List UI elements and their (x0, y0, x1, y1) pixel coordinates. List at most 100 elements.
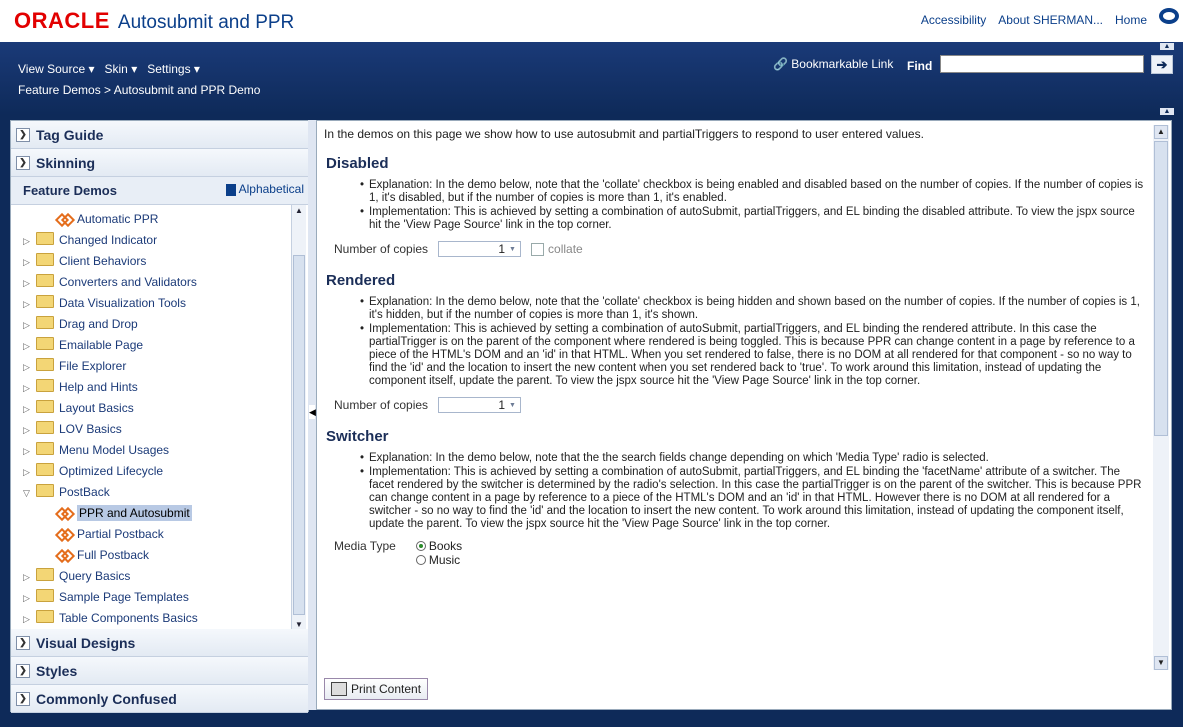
accordion-skinning[interactable]: ❯ Skinning (11, 149, 308, 177)
expand-icon[interactable]: ▷ (23, 294, 31, 314)
tree-item-label: File Explorer (59, 359, 127, 373)
expand-icon[interactable]: ▷ (23, 273, 31, 293)
collapse-header-icon[interactable]: ▲ (1160, 43, 1174, 50)
expand-icon[interactable]: ▷ (23, 588, 31, 608)
about-link[interactable]: About SHERMAN... (998, 13, 1103, 27)
tree-item[interactable]: ▷ Data Visualization Tools (11, 293, 186, 313)
view-source-menu[interactable]: View Source ▾ (18, 62, 95, 76)
section-title: Switcher (326, 428, 389, 445)
tree-item[interactable]: ▷ Drag and Drop (11, 314, 138, 334)
print-content-button[interactable]: Print Content (324, 678, 429, 700)
printer-icon (331, 682, 347, 696)
scroll-down-icon[interactable]: ▼ (1154, 656, 1168, 670)
demo-leaf-icon (57, 529, 71, 539)
spinner-icon[interactable]: ▼ (509, 402, 518, 409)
tree-item[interactable]: ▷ Help and Hints (11, 377, 138, 397)
media-type-label: Media Type (334, 539, 396, 553)
radio-unselected-icon[interactable] (415, 555, 426, 565)
expand-icon[interactable]: ▷ (23, 315, 31, 335)
spinner-icon[interactable]: ▼ (509, 246, 518, 253)
tree-item[interactable]: Automatic PPR (11, 209, 158, 229)
skin-menu[interactable]: Skin ▾ (105, 62, 138, 76)
settings-menu[interactable]: Settings ▾ (147, 62, 200, 76)
collapse-toolbar-icon[interactable]: ▲ (1160, 108, 1174, 115)
collate-checkbox[interactable] (531, 242, 545, 256)
expand-icon[interactable]: ▷ (23, 231, 31, 251)
tree-item[interactable]: ▷ Menu Model Usages (11, 440, 169, 460)
bottom-accordions: ❯ Visual Designs ❯ Styles ❯ Commonly Con… (11, 629, 308, 713)
accessibility-link[interactable]: Accessibility (921, 13, 986, 27)
content-scrollbar[interactable]: ▲ ▼ (1153, 125, 1169, 670)
tree-item[interactable]: ▽ PostBack (11, 482, 110, 502)
tree-item[interactable]: Full Postback (11, 545, 149, 565)
explanation-text: Explanation: In the demo below, note tha… (360, 179, 1146, 205)
expand-icon[interactable]: ▷ (23, 567, 31, 587)
tree-item[interactable]: ▷ Table Components Basics (11, 608, 198, 628)
accordion-label: Commonly Confused (36, 690, 177, 707)
collapse-icon[interactable]: ▽ (23, 483, 31, 503)
find-go-button[interactable]: ➔ (1151, 55, 1173, 74)
tree-scrollbar[interactable]: ▲ ▼ (291, 205, 306, 631)
tree-item[interactable]: Partial Postback (11, 524, 164, 544)
breadcrumb-parent[interactable]: Feature Demos (18, 83, 101, 97)
explanation-text: Explanation: In the demo below, note tha… (360, 296, 1146, 322)
panel-splitter[interactable]: ◀ (308, 120, 316, 710)
tree-item-label: Client Behaviors (59, 254, 147, 268)
tree-item[interactable]: ▷ Layout Basics (11, 398, 134, 418)
accordion-visual-designs[interactable]: ❯ Visual Designs (11, 629, 308, 657)
home-link[interactable]: Home (1115, 13, 1147, 27)
scroll-thumb[interactable] (1154, 141, 1168, 436)
accordion-label: Styles (36, 662, 78, 679)
tree-item-label: Layout Basics (59, 401, 134, 415)
accordion-tag-guide[interactable]: ❯ Tag Guide (11, 121, 308, 149)
expand-icon[interactable]: ▷ (23, 336, 31, 356)
tree-item[interactable]: ▷ Query Basics (11, 566, 130, 586)
copies-spinbox[interactable]: 1 ▼ (438, 241, 522, 257)
tree-item-selected[interactable]: PPR and Autosubmit (11, 503, 192, 523)
tree-item[interactable]: ▷ Emailable Page (11, 335, 143, 355)
expand-icon[interactable]: ▷ (23, 441, 31, 461)
tree-item[interactable]: ▷ Changed Indicator (11, 230, 157, 250)
sidebar: ❯ Tag Guide ❯ Skinning Feature Demos Alp… (10, 120, 309, 713)
collapse-left-icon[interactable]: ◀ (309, 405, 316, 419)
folder-icon (36, 337, 54, 350)
radio-music[interactable]: Music (415, 553, 462, 567)
find-input[interactable] (940, 55, 1144, 73)
accordion-label: Visual Designs (36, 634, 136, 651)
tree-item[interactable]: ▷ File Explorer (11, 356, 126, 376)
tree-item[interactable]: ▷ Client Behaviors (11, 251, 146, 271)
accordion-styles[interactable]: ❯ Styles (11, 657, 308, 685)
accordion-commonly-confused[interactable]: ❯ Commonly Confused (11, 685, 308, 713)
accordion-feature-demos: Feature Demos Alphabetical (11, 177, 308, 205)
nav-band: View Source ▾ Skin ▾ Settings ▾ Feature … (0, 42, 1183, 115)
radio-selected-icon[interactable] (415, 541, 426, 551)
tree-item[interactable]: ▷ Converters and Validators (11, 272, 197, 292)
print-label: Print Content (351, 682, 422, 696)
scroll-up-icon[interactable]: ▲ (292, 205, 306, 217)
tree-item-label: PostBack (59, 485, 110, 499)
folder-icon (36, 568, 54, 581)
demo-tree: Automatic PPR ▷ Changed Indicator ▷ Client… (11, 205, 291, 631)
expand-icon[interactable]: ▷ (23, 252, 31, 272)
chevron-right-icon: ❯ (16, 635, 30, 650)
scroll-up-icon[interactable]: ▲ (1154, 125, 1168, 139)
expand-icon[interactable]: ▷ (23, 420, 31, 440)
top-header: ORACLE Autosubmit and PPR Accessibility … (0, 0, 1183, 42)
bookmarkable-link[interactable]: 🔗 Bookmarkable Link (773, 57, 893, 71)
expand-icon[interactable]: ▷ (23, 609, 31, 629)
tree-item[interactable]: ▷ LOV Basics (11, 419, 122, 439)
app-title: Autosubmit and PPR (117, 12, 295, 33)
tree-item[interactable]: ▷ Optimized Lifecycle (11, 461, 163, 481)
expand-icon[interactable]: ▷ (23, 399, 31, 419)
tree-item[interactable]: ▷ Sample Page Templates (11, 587, 189, 607)
scroll-thumb[interactable] (293, 255, 305, 615)
tree-item-label: Converters and Validators (59, 275, 197, 289)
radio-books[interactable]: Books (415, 539, 462, 553)
expand-icon[interactable]: ▷ (23, 378, 31, 398)
expand-icon[interactable]: ▷ (23, 462, 31, 482)
alphabetical-toggle[interactable]: Alphabetical (225, 182, 304, 196)
folder-icon (36, 589, 54, 602)
copies-spinbox[interactable]: 1 ▼ (438, 397, 522, 413)
sort-icon (225, 183, 236, 196)
expand-icon[interactable]: ▷ (23, 357, 31, 377)
